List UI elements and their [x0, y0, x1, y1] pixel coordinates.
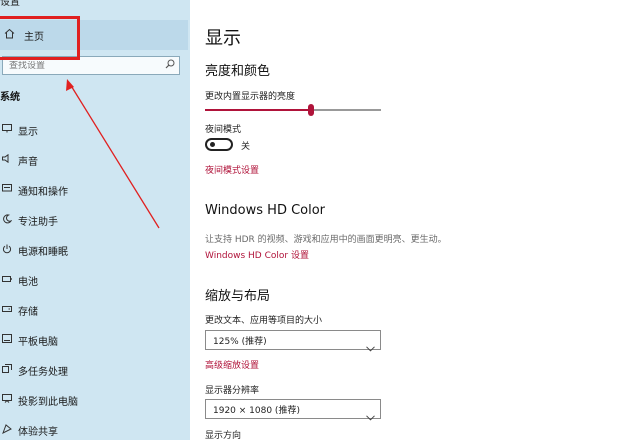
sidebar-item-label: 平板电脑	[18, 336, 58, 348]
window-controls	[540, 0, 620, 6]
scale-dropdown-value: 125% (推荐)	[213, 336, 267, 347]
sidebar-item-label: 投影到此电脑	[18, 396, 78, 408]
battery-icon	[2, 275, 12, 286]
sidebar-item-storage[interactable]: 存储	[0, 295, 190, 325]
chevron-down-icon	[366, 406, 375, 421]
tablet-icon	[2, 334, 12, 346]
sidebar-item-label: 电源和睡眠	[18, 246, 68, 258]
storage-icon	[2, 305, 12, 316]
sidebar-item-multitasking[interactable]: 多任务处理	[0, 355, 190, 385]
brightness-heading: 亮度和颜色	[205, 64, 271, 79]
main-content: 显示 亮度和颜色 更改内置显示器的亮度 夜间模式 关 夜间模式设置 Window…	[205, 0, 620, 441]
night-light-toggle[interactable]	[205, 138, 233, 151]
night-light-state: 关	[241, 142, 251, 152]
multitask-icon	[2, 364, 12, 376]
sidebar-item-shared-experiences[interactable]: 体验共享	[0, 415, 190, 440]
chevron-down-icon	[366, 337, 375, 352]
resolution-dropdown[interactable]: 1920 × 1080 (推荐)	[205, 399, 381, 421]
scale-dropdown[interactable]: 125% (推荐)	[205, 330, 381, 352]
power-icon	[2, 244, 12, 257]
sidebar-item-project[interactable]: 投影到此电脑	[0, 385, 190, 415]
sidebar-item-label: 存储	[18, 306, 38, 318]
resolution-label: 显示器分辨率	[205, 386, 260, 396]
resolution-dropdown-value: 1920 × 1080 (推荐)	[213, 405, 300, 416]
toggle-knob	[210, 142, 215, 147]
scale-label: 更改文本、应用等项目的大小	[205, 316, 323, 326]
sidebar-item-label: 多任务处理	[18, 366, 68, 378]
brightness-slider-fill	[205, 109, 311, 111]
brightness-slider-thumb[interactable]	[307, 104, 314, 116]
hd-color-heading: Windows HD Color	[205, 203, 326, 218]
annotation-arrow	[66, 79, 160, 229]
project-icon	[2, 394, 12, 406]
night-light-settings-link[interactable]: 夜间模式设置	[205, 163, 259, 176]
sidebar-item-label: 体验共享	[18, 426, 58, 438]
hd-color-description: 让支持 HDR 的视频、游戏和应用中的画面更明亮、更生动。	[205, 235, 447, 245]
advanced-scaling-link[interactable]: 高级缩放设置	[205, 358, 259, 371]
page-title: 显示	[205, 28, 241, 49]
annotation-arrow-line	[69, 83, 160, 229]
sidebar-item-tablet[interactable]: 平板电脑	[0, 325, 190, 355]
scale-layout-heading: 缩放与布局	[205, 289, 271, 304]
night-light-label: 夜间模式	[205, 125, 242, 135]
hd-color-settings-link[interactable]: Windows HD Color 设置	[205, 248, 309, 261]
orientation-label: 显示方向	[205, 431, 242, 441]
sidebar-item-label: 电池	[18, 276, 38, 288]
share-icon	[2, 423, 12, 437]
sidebar-item-battery[interactable]: 电池	[0, 265, 190, 295]
brightness-slider[interactable]	[205, 104, 381, 116]
brightness-slider-label: 更改内置显示器的亮度	[205, 92, 296, 102]
